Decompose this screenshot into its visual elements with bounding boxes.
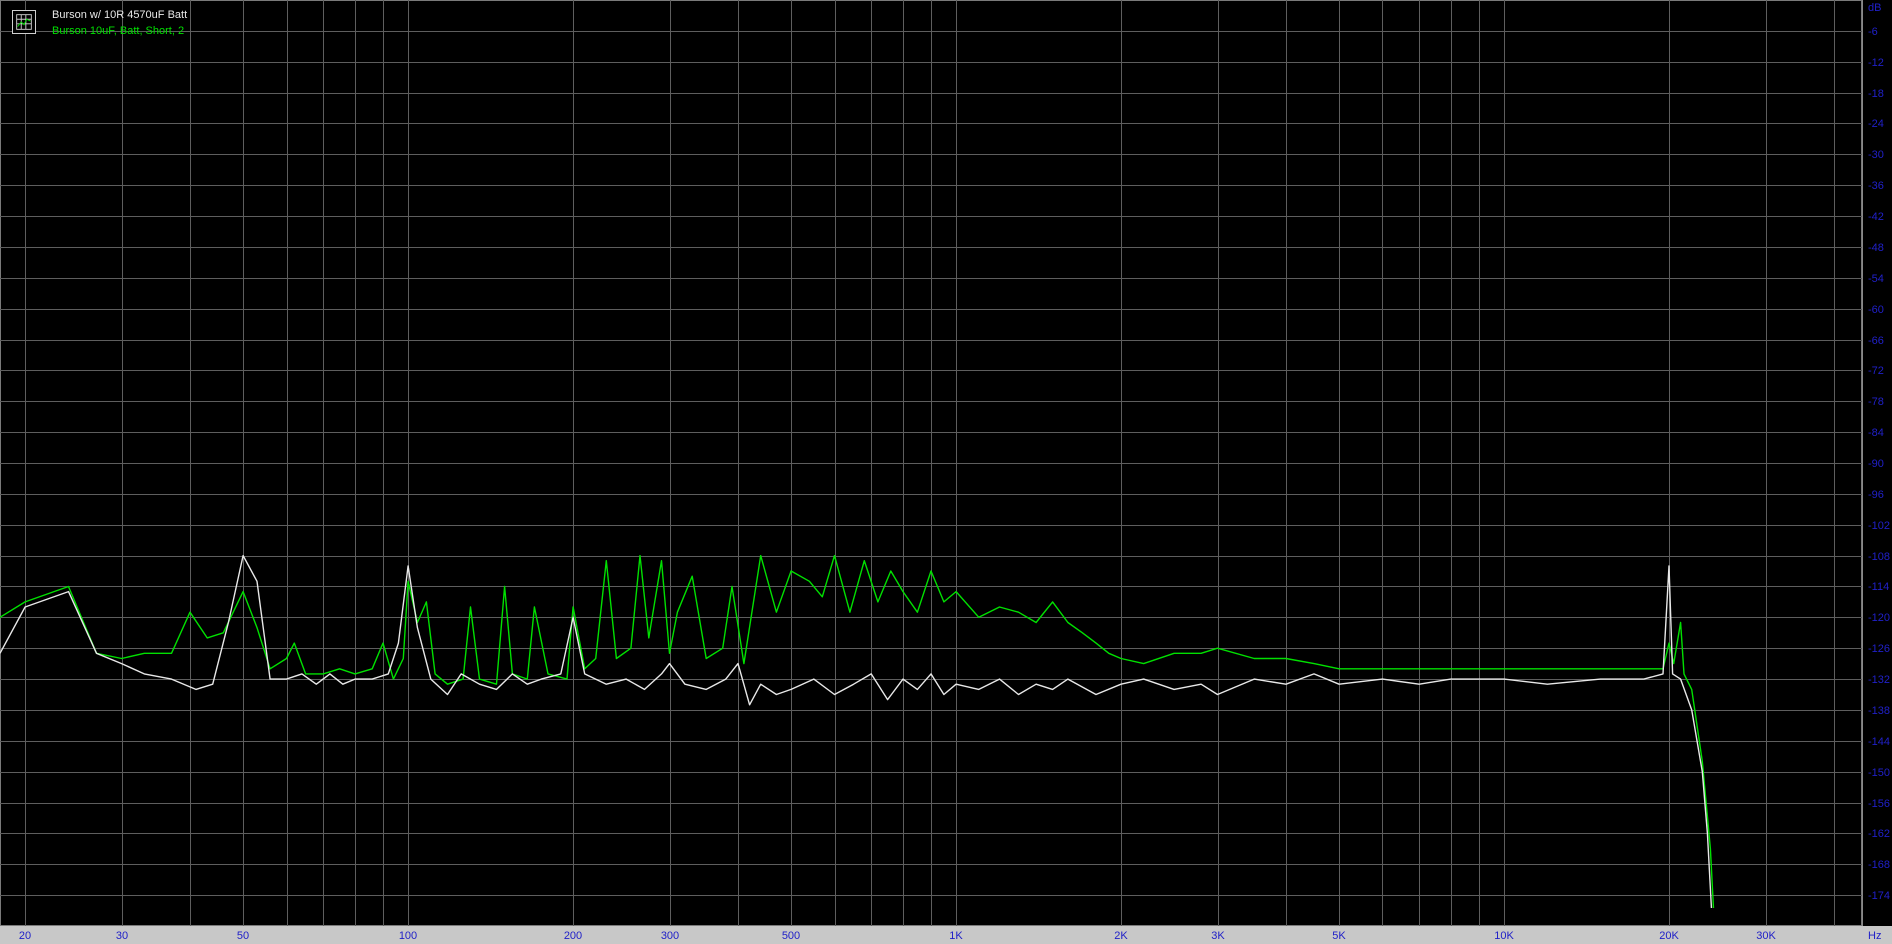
y-tick-label: -30 (1868, 149, 1884, 161)
legend-entry-series-1: Burson w/ 10R 4570uF Batt (52, 9, 188, 21)
spectrum-chart: dB -6 -12 -18 -24 -30 -36 -42 -48 -54 -60 -66 -72 -78… (0, 0, 1892, 944)
y-tick-label: -168 (1868, 859, 1890, 871)
x-tick-label: 5K (1332, 930, 1346, 942)
y-tick-label: -132 (1868, 674, 1890, 686)
y-tick-label: -54 (1868, 273, 1884, 285)
y-tick-label: -72 (1868, 365, 1884, 377)
y-tick-label: -48 (1868, 242, 1884, 254)
x-unit-label: Hz (1868, 930, 1881, 942)
y-tick-label: -96 (1868, 489, 1884, 501)
x-tick-label: 300 (661, 930, 679, 942)
y-tick-label: -36 (1868, 180, 1884, 192)
x-tick-label: 20K (1659, 930, 1679, 942)
y-tick-label: -42 (1868, 211, 1884, 223)
x-tick-label: 200 (564, 930, 582, 942)
x-tick-label: 20 (19, 930, 31, 942)
chart-settings-icon[interactable] (12, 10, 36, 34)
y-tick-label: -6 (1868, 26, 1878, 38)
x-tick-label: 50 (237, 930, 249, 942)
x-tick-label: 10K (1494, 930, 1514, 942)
y-tick-label: -12 (1868, 57, 1884, 69)
y-tick-label: -126 (1868, 643, 1890, 655)
x-tick-label: 500 (782, 930, 800, 942)
y-tick-label: -84 (1868, 427, 1884, 439)
x-axis-panel (0, 926, 1892, 944)
y-tick-label: -78 (1868, 396, 1884, 408)
x-tick-label: 1K (949, 930, 963, 942)
y-tick-label: -18 (1868, 88, 1884, 100)
chart-background (0, 0, 1892, 944)
y-tick-label: -162 (1868, 828, 1890, 840)
legend-entry-series-2: Burson 10uF, Batt, Short, 2 (52, 25, 185, 37)
y-tick-label: -24 (1868, 118, 1884, 130)
y-tick-label: -120 (1868, 612, 1890, 624)
y-tick-label: -66 (1868, 335, 1884, 347)
x-tick-label: 3K (1211, 930, 1225, 942)
y-tick-label: -102 (1868, 520, 1890, 532)
y-tick-label: -108 (1868, 551, 1890, 563)
x-tick-label: 2K (1114, 930, 1128, 942)
x-tick-label: 100 (399, 930, 417, 942)
y-tick-label: -138 (1868, 705, 1890, 717)
y-tick-label: -150 (1868, 767, 1890, 779)
y-tick-label: -174 (1868, 890, 1890, 902)
y-tick-label: -60 (1868, 304, 1884, 316)
legend: Burson w/ 10R 4570uF Batt Burson 10uF, B… (52, 7, 187, 39)
y-tick-label: -144 (1868, 736, 1890, 748)
x-tick-label: 30 (116, 930, 128, 942)
y-tick-label: -114 (1868, 581, 1889, 593)
y-unit-label: dB (1868, 2, 1881, 14)
y-tick-label: -90 (1868, 458, 1884, 470)
y-tick-label: -156 (1868, 798, 1890, 810)
x-tick-label: 30K (1756, 930, 1776, 942)
